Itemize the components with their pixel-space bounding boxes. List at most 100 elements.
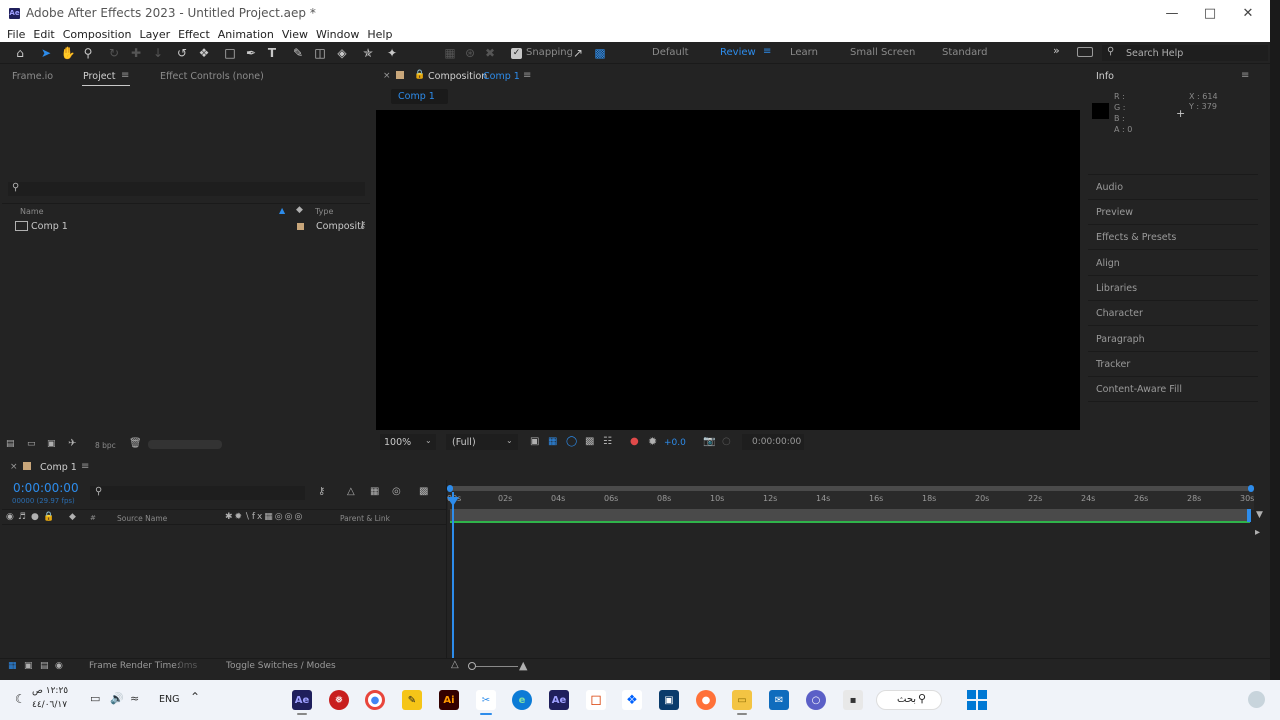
- panel-audio[interactable]: Audio: [1096, 182, 1123, 193]
- navigator-bar[interactable]: [449, 486, 1250, 491]
- switches-icons[interactable]: ✱✹∖fx▦◎◎◎: [225, 512, 304, 522]
- transparency-grid-icon[interactable]: ▦: [548, 436, 557, 447]
- navigator-end-handle[interactable]: [1248, 485, 1254, 492]
- motion-blur-icon[interactable]: ◎: [392, 486, 401, 497]
- layer-switches-icon[interactable]: ▦: [8, 661, 17, 671]
- navigator-start-handle[interactable]: [447, 485, 453, 492]
- menu-layer[interactable]: Layer: [139, 28, 170, 41]
- comp-button-icon[interactable]: ▼: [1256, 510, 1263, 520]
- tab-frameio[interactable]: Frame.io: [12, 71, 53, 82]
- settings-icon[interactable]: ✈: [68, 438, 76, 449]
- eraser-tool-icon[interactable]: ◈: [334, 46, 350, 60]
- in-out-icon[interactable]: ▤: [40, 661, 49, 671]
- language-indicator[interactable]: ENG: [159, 694, 179, 705]
- puppet-pin-icon[interactable]: ✦: [384, 46, 400, 60]
- sort-ascending-icon[interactable]: ▲: [279, 206, 285, 215]
- snipping-tool-icon[interactable]: ✂: [476, 690, 496, 710]
- store-icon[interactable]: ▪: [843, 690, 863, 710]
- composition-flowchart-icon[interactable]: ⚷: [318, 486, 325, 497]
- video-eye-icon[interactable]: ◉: [6, 512, 14, 522]
- menu-composition[interactable]: Composition: [63, 28, 132, 41]
- interpret-footage-icon[interactable]: ▤: [6, 439, 15, 449]
- panel-content-aware-fill[interactable]: Content-Aware Fill: [1096, 384, 1182, 395]
- type-tool-icon[interactable]: T: [264, 46, 280, 60]
- copilot-icon[interactable]: [1248, 691, 1265, 708]
- tab-effect-controls[interactable]: Effect Controls (none): [160, 71, 264, 82]
- start-button[interactable]: [967, 690, 987, 710]
- maximize-button[interactable]: □: [1190, 0, 1230, 26]
- snapping-checkbox[interactable]: ✓: [511, 48, 522, 59]
- playhead-handle-icon[interactable]: [447, 497, 459, 506]
- color-channels-icon[interactable]: ●: [630, 436, 639, 447]
- exposure-reset-icon[interactable]: ✹: [648, 435, 657, 448]
- zoom-in-icon[interactable]: ▲: [519, 659, 527, 672]
- snap-grid-icon[interactable]: ▩: [592, 46, 608, 60]
- render-time-icon[interactable]: ◉: [55, 661, 63, 671]
- snapshot-icon[interactable]: 📷: [703, 436, 715, 447]
- sticky-notes-icon[interactable]: ✎: [402, 690, 422, 710]
- orbit-camera-icon[interactable]: ↻: [106, 46, 122, 60]
- taskbar-date[interactable]: ٤٤/٠٦/١٧: [32, 700, 67, 710]
- column-name[interactable]: Name: [20, 207, 44, 216]
- timeline-timecode[interactable]: 0:00:00:00: [13, 481, 79, 495]
- close-tab-icon[interactable]: ×: [10, 462, 18, 472]
- toggle-switches-modes[interactable]: Toggle Switches / Modes: [226, 661, 336, 671]
- home-icon[interactable]: ⌂: [12, 46, 28, 60]
- work-area-end-handle[interactable]: [1247, 509, 1251, 522]
- grid-icon[interactable]: ☷: [603, 436, 612, 447]
- local-axis-icon[interactable]: ▦: [442, 46, 458, 60]
- hand-tool-icon[interactable]: ✋: [60, 46, 76, 60]
- panel-libraries[interactable]: Libraries: [1096, 283, 1137, 294]
- region-of-interest-icon[interactable]: ▣: [530, 436, 539, 447]
- panel-effects-presets[interactable]: Effects & Presets: [1096, 232, 1176, 243]
- trash-icon[interactable]: 🗑: [129, 438, 142, 449]
- dropbox-icon[interactable]: ❖: [622, 690, 642, 710]
- davinci-resolve-icon[interactable]: ❅: [329, 690, 349, 710]
- pen-tool-icon[interactable]: ✒: [243, 46, 259, 60]
- edge-icon[interactable]: e: [512, 690, 532, 710]
- rotation-tool-icon[interactable]: ↺: [174, 46, 190, 60]
- tab-composition-name[interactable]: Comp 1: [483, 71, 520, 82]
- zoom-slider-knob[interactable]: [468, 662, 476, 670]
- world-axis-icon[interactable]: ⊛: [462, 46, 478, 60]
- bit-depth-label[interactable]: 8 bpc: [95, 441, 116, 450]
- view-axis-icon[interactable]: ✖: [482, 46, 498, 60]
- shy-layers-icon[interactable]: △: [347, 486, 355, 497]
- menu-view[interactable]: View: [282, 28, 308, 41]
- tab-project[interactable]: Project: [83, 71, 116, 82]
- workspace-learn[interactable]: Learn: [790, 47, 818, 58]
- timeline-tab[interactable]: Comp 1: [40, 462, 77, 473]
- panel-align[interactable]: Align: [1096, 258, 1120, 269]
- audio-icon[interactable]: ♬: [18, 512, 26, 522]
- menu-edit[interactable]: Edit: [33, 28, 54, 41]
- lock-icon[interactable]: 🔒: [43, 512, 54, 522]
- more-workspaces-icon[interactable]: »: [1053, 44, 1060, 57]
- selection-tool-icon[interactable]: ➤: [38, 46, 54, 60]
- info-title[interactable]: Info: [1096, 71, 1114, 82]
- panel-paragraph[interactable]: Paragraph: [1096, 334, 1145, 345]
- graph-editor-icon[interactable]: ▩: [419, 486, 428, 497]
- file-explorer-icon[interactable]: ▭: [732, 690, 752, 710]
- roto-brush-icon[interactable]: ✯: [360, 46, 376, 60]
- chrome-icon[interactable]: ●: [365, 690, 385, 710]
- label-color-swatch[interactable]: [297, 223, 304, 230]
- transfer-controls-icon[interactable]: ▣: [24, 661, 33, 671]
- panel-character[interactable]: Character: [1096, 308, 1143, 319]
- close-tab-icon[interactable]: ×: [383, 71, 391, 81]
- share-icon[interactable]: [1077, 47, 1093, 57]
- pan-behind-icon[interactable]: ❖: [196, 46, 212, 60]
- composition-viewer[interactable]: [376, 110, 1080, 430]
- timeline-search-input[interactable]: [90, 486, 305, 500]
- column-parent-link[interactable]: Parent & Link: [340, 514, 390, 523]
- project-search-input[interactable]: [8, 182, 365, 196]
- info-menu-icon[interactable]: ≡: [1241, 70, 1249, 81]
- battery-icon[interactable]: ▭: [90, 692, 100, 705]
- workspace-default[interactable]: Default: [652, 47, 689, 58]
- dolly-camera-icon[interactable]: ↓: [150, 46, 166, 60]
- column-type[interactable]: Type: [315, 207, 333, 216]
- menu-help[interactable]: Help: [367, 28, 392, 41]
- work-area-bar[interactable]: [450, 509, 1250, 521]
- thumbnail-slider[interactable]: [148, 440, 222, 449]
- new-composition-icon[interactable]: ▣: [47, 439, 56, 449]
- workspace-menu-icon[interactable]: ≡: [763, 46, 771, 57]
